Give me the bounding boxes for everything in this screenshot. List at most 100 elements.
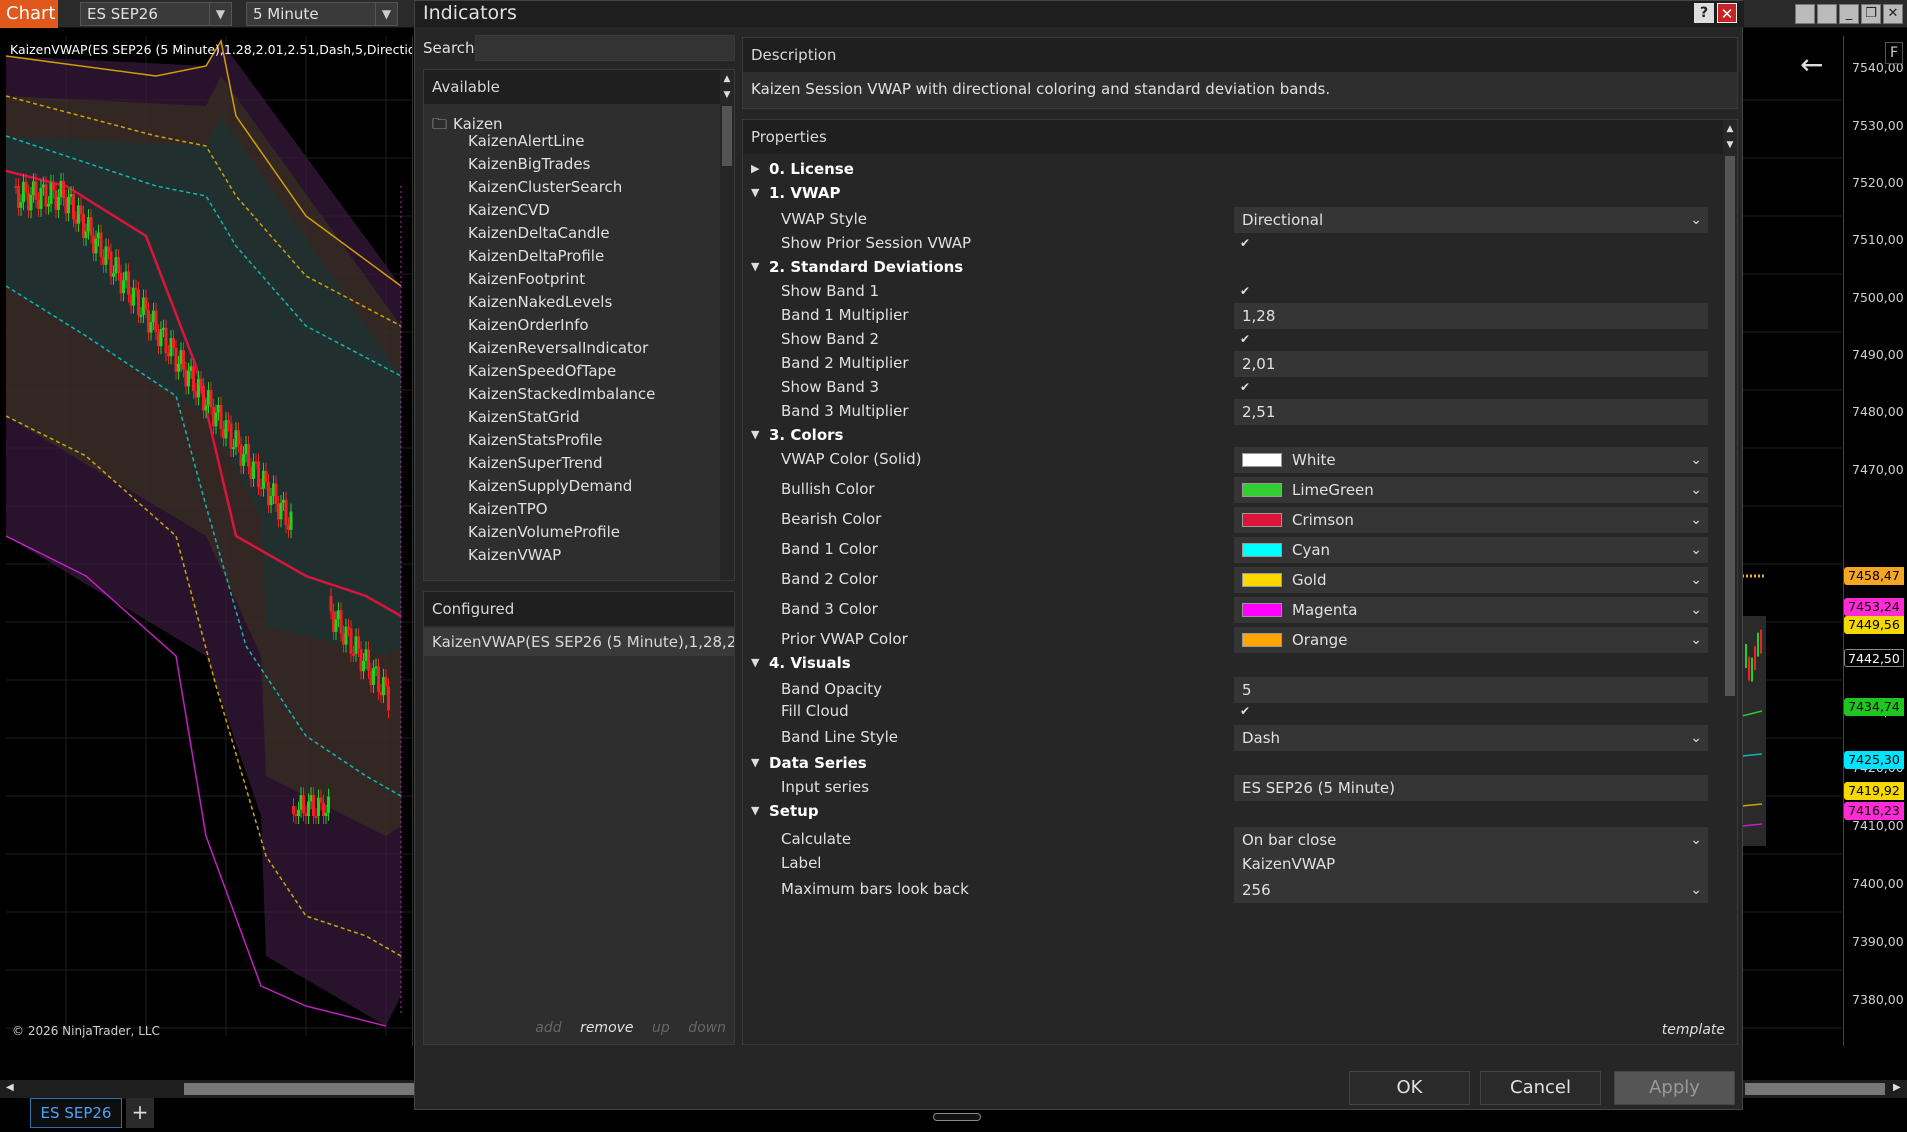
indicator-item[interactable]: KaizenCVD xyxy=(468,201,550,219)
scroll-up-icon[interactable]: ▲ xyxy=(1723,122,1737,136)
indicator-item[interactable]: KaizenOrderInfo xyxy=(468,316,589,334)
indicator-item[interactable]: KaizenClusterSearch xyxy=(468,178,622,196)
property-section[interactable]: ▶ 0. License xyxy=(743,156,1725,182)
indicator-item[interactable]: KaizenDeltaCandle xyxy=(468,224,610,242)
chevron-down-icon[interactable]: ⌄ xyxy=(1690,567,1702,593)
apply-button[interactable]: Apply xyxy=(1614,1071,1735,1105)
collapse-icon[interactable]: ▼ xyxy=(751,180,759,206)
template-link[interactable]: template xyxy=(1662,1022,1725,1038)
indicator-item[interactable]: KaizenSupplyDemand xyxy=(468,477,632,495)
interval-selector[interactable]: 5 Minute ▼ xyxy=(246,2,398,26)
indicator-item[interactable]: KaizenVolumeProfile xyxy=(468,523,620,541)
price-chart[interactable]: KaizenVWAP(ES SEP26 (5 Minute),1.28,2.01… xyxy=(6,36,413,1046)
remove-link[interactable]: remove xyxy=(580,1020,633,1036)
collapse-icon[interactable]: ▼ xyxy=(751,798,759,824)
chevron-down-icon[interactable]: ▼ xyxy=(209,3,231,25)
indicator-item[interactable]: KaizenBigTrades xyxy=(468,155,590,173)
property-section[interactable]: ▼ 1. VWAP xyxy=(743,180,1725,206)
search-input[interactable] xyxy=(475,35,735,61)
property-section[interactable]: ▼ 3. Colors xyxy=(743,422,1725,448)
collapse-icon[interactable]: ▼ xyxy=(751,650,759,676)
indicator-item[interactable]: KaizenNakedLevels xyxy=(468,293,612,311)
back-arrow-icon[interactable]: ← xyxy=(1800,48,1823,81)
checkbox[interactable]: ✔ xyxy=(1240,704,1250,718)
indicator-item[interactable]: KaizenAlertLine xyxy=(468,132,585,150)
collapse-icon[interactable]: ▼ xyxy=(751,254,759,280)
scroll-right-icon[interactable]: ▶ xyxy=(1893,1082,1901,1093)
scroll-down-icon[interactable]: ▼ xyxy=(1723,138,1737,152)
scrollbar-thumb[interactable] xyxy=(722,106,732,166)
scroll-down-icon[interactable]: ▼ xyxy=(720,88,734,102)
help-button[interactable]: ? xyxy=(1694,3,1714,23)
property-dropdown[interactable]: Dash ⌄ xyxy=(1234,725,1708,751)
indicator-item[interactable]: KaizenStackedImbalance xyxy=(468,385,655,403)
configured-item[interactable]: KaizenVWAP(ES SEP26 (5 Minute),1,28,2.0.… xyxy=(424,628,734,656)
indicator-item[interactable]: KaizenStatsProfile xyxy=(468,431,602,449)
down-link[interactable]: down xyxy=(688,1020,726,1036)
layout-icon[interactable] xyxy=(1795,4,1815,24)
property-dropdown[interactable]: White ⌄ xyxy=(1234,447,1708,473)
price-axis[interactable]: 7540,00 7530,00 7520,00 7510,00 7500,00 7490,… xyxy=(1843,36,1907,1046)
scrollbar-thumb[interactable] xyxy=(1725,156,1735,696)
scroll-up-icon[interactable]: ▲ xyxy=(720,72,734,86)
add-tab-button[interactable]: + xyxy=(126,1098,154,1128)
indicator-item[interactable]: KaizenSpeedOfTape xyxy=(468,362,616,380)
available-scrollbar[interactable]: ▲ ▼ xyxy=(720,70,734,580)
properties-scrollbar[interactable]: ▲ ▼ xyxy=(1723,120,1737,1044)
checkbox[interactable]: ✔ xyxy=(1240,236,1250,250)
property-section[interactable]: ▼ 4. Visuals xyxy=(743,650,1725,676)
chart-tab[interactable]: Chart xyxy=(0,0,58,28)
resize-grip[interactable] xyxy=(933,1113,981,1121)
property-dropdown[interactable]: LimeGreen ⌄ xyxy=(1234,477,1708,503)
candle-body xyxy=(269,496,273,506)
close-window-button[interactable]: ✕ xyxy=(1883,4,1903,24)
property-section[interactable]: ▼ Data Series xyxy=(743,750,1725,776)
indicator-item[interactable]: KaizenStatGrid xyxy=(468,408,580,426)
close-button[interactable]: ✕ xyxy=(1717,3,1737,23)
collapse-icon[interactable]: ▼ xyxy=(751,750,759,776)
property-section[interactable]: ▼ Setup xyxy=(743,798,1725,824)
chevron-down-icon[interactable]: ⌄ xyxy=(1690,597,1702,623)
property-section[interactable]: ▼ 2. Standard Deviations xyxy=(743,254,1725,280)
checkbox[interactable]: ✔ xyxy=(1240,332,1250,346)
scrollbar-thumb[interactable] xyxy=(184,1083,414,1095)
collapse-icon[interactable]: ▼ xyxy=(751,422,759,448)
price-chart-right[interactable] xyxy=(1742,36,1842,1046)
property-dropdown[interactable]: Crimson ⌄ xyxy=(1234,507,1708,533)
indicator-item[interactable]: KaizenTPO xyxy=(468,500,548,518)
indicator-item[interactable]: KaizenVWAP xyxy=(468,546,561,564)
indicator-item[interactable]: KaizenDeltaProfile xyxy=(468,247,604,265)
property-dropdown[interactable]: 256 ⌄ xyxy=(1234,877,1708,903)
property-dropdown[interactable]: Magenta ⌄ xyxy=(1234,597,1708,623)
instrument-selector[interactable]: ES SEP26 ▼ xyxy=(80,2,232,26)
chevron-down-icon[interactable]: ⌄ xyxy=(1690,877,1702,903)
scrollbar-thumb[interactable] xyxy=(1745,1083,1885,1095)
chevron-down-icon[interactable]: ▼ xyxy=(375,3,397,25)
expand-icon[interactable]: ▶ xyxy=(751,156,759,182)
chevron-down-icon[interactable]: ⌄ xyxy=(1690,507,1702,533)
instrument-tab[interactable]: ES SEP26 xyxy=(30,1098,122,1128)
layout-icon[interactable] xyxy=(1817,4,1837,24)
property-input[interactable]: KaizenVWAP xyxy=(1234,851,1708,877)
property-dropdown[interactable]: Gold ⌄ xyxy=(1234,567,1708,593)
indicator-item[interactable]: KaizenReversalIndicator xyxy=(468,339,648,357)
f-button[interactable]: F xyxy=(1885,42,1903,64)
cancel-button[interactable]: Cancel xyxy=(1480,1071,1601,1105)
chevron-down-icon[interactable]: ⌄ xyxy=(1690,725,1702,751)
minimize-button[interactable]: _ xyxy=(1839,4,1859,24)
scroll-left-icon[interactable]: ◀ xyxy=(6,1082,14,1093)
ok-button[interactable]: OK xyxy=(1349,1071,1470,1105)
chevron-down-icon[interactable]: ⌄ xyxy=(1690,537,1702,563)
add-link[interactable]: add xyxy=(535,1020,561,1036)
indicator-item[interactable]: KaizenFootprint xyxy=(468,270,585,288)
indicator-item[interactable]: KaizenSuperTrend xyxy=(468,454,603,472)
checkbox[interactable]: ✔ xyxy=(1240,284,1250,298)
checkbox[interactable]: ✔ xyxy=(1240,380,1250,394)
candle-body xyxy=(99,232,103,258)
chevron-down-icon[interactable]: ⌄ xyxy=(1690,447,1702,473)
up-link[interactable]: up xyxy=(652,1020,670,1036)
property-dropdown[interactable]: Cyan ⌄ xyxy=(1234,537,1708,563)
chevron-down-icon[interactable]: ⌄ xyxy=(1690,477,1702,503)
property-value: ES SEP26 (5 Minute) xyxy=(1242,779,1395,797)
restore-button[interactable]: ❐ xyxy=(1861,4,1881,24)
